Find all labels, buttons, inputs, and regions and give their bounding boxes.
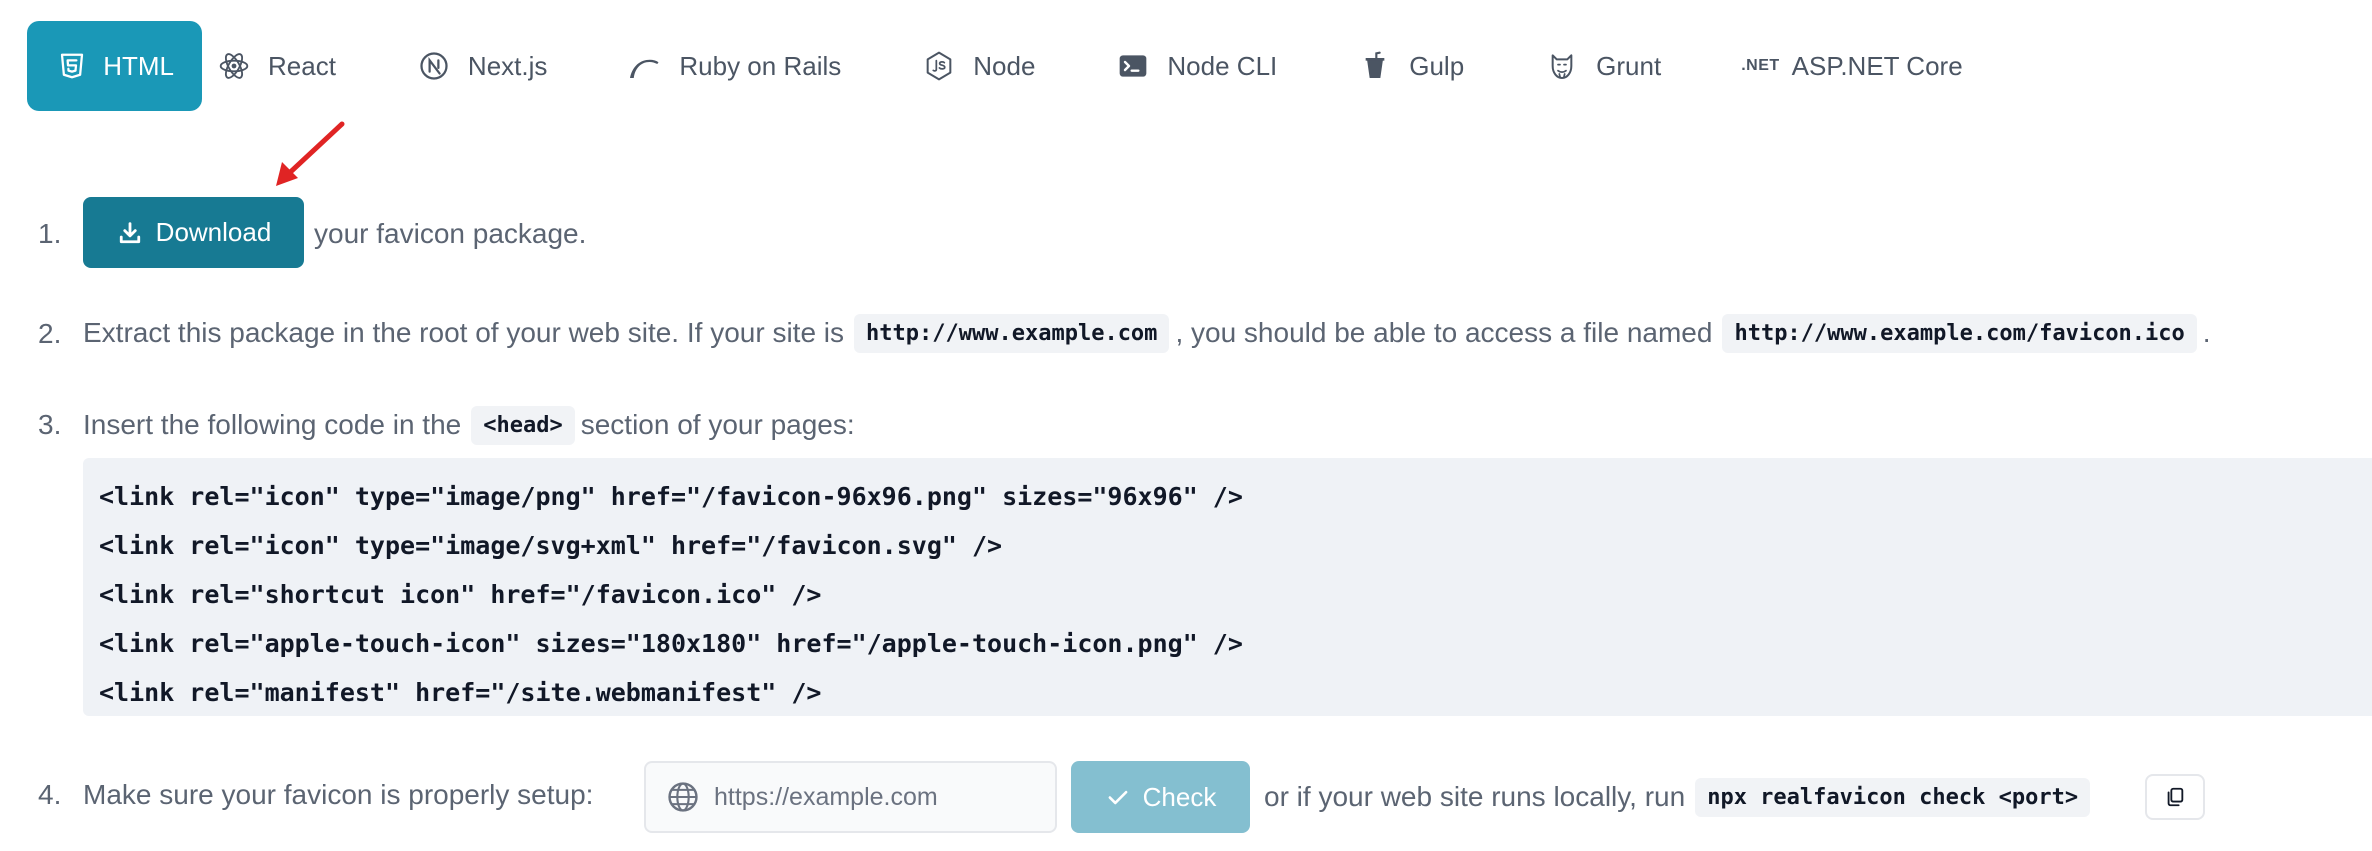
tab-html[interactable]: HTML — [27, 21, 202, 111]
gulp-icon — [1357, 48, 1393, 84]
step-3-text-a: Insert the following code in the — [83, 409, 462, 440]
code-line: <link rel="icon" type="image/png" href="… — [99, 482, 1243, 511]
step-3-text: Insert the following code in the <head> … — [83, 402, 855, 448]
tab-label: Ruby on Rails — [679, 50, 842, 81]
tab-label: Grunt — [1596, 50, 1662, 81]
tab-label: Next.js — [467, 50, 548, 81]
framework-tabs: HTML React Next.js Ruby on Rails Node No… — [27, 21, 2003, 111]
terminal-icon — [1115, 48, 1151, 84]
head-code-block[interactable]: <link rel="icon" type="image/png" href="… — [83, 458, 2372, 716]
code-line: <link rel="apple-touch-icon" sizes="180x… — [99, 629, 1243, 658]
step-2-text-a: Extract this package in the root of your… — [83, 317, 845, 348]
cli-command-code: npx realfavicon check <port> — [1695, 777, 2091, 817]
favicon-url-code: http://www.example.com/favicon.ico — [1722, 313, 2197, 353]
step-4-text-a: Make sure your favicon is properly setup… — [83, 779, 594, 810]
tab-label: Node CLI — [1167, 50, 1278, 81]
step-4-text-b-wrap: or if your web site runs locally, run np… — [1264, 774, 2096, 820]
tab-node-cli[interactable]: Node CLI — [1075, 21, 1317, 111]
red-arrow-annotation — [276, 121, 345, 186]
step-3-number: 3. — [38, 409, 62, 440]
tab-label: ASP.NET Core — [1791, 50, 1963, 81]
step-1-number: 1. — [38, 218, 62, 249]
tab-grunt[interactable]: Grunt — [1504, 21, 1701, 111]
step-1-text: your favicon package. — [314, 218, 587, 249]
nextjs-icon — [416, 48, 452, 84]
globe-icon — [666, 780, 700, 814]
copy-command-button[interactable] — [2145, 774, 2205, 820]
tab-ruby-on-rails[interactable]: Ruby on Rails — [587, 21, 881, 111]
tab-react[interactable]: React — [202, 21, 376, 111]
step-4-number: 4. — [38, 779, 62, 810]
download-button[interactable]: Download — [83, 197, 304, 268]
tab-label: Gulp — [1409, 50, 1465, 81]
rails-icon — [627, 48, 663, 84]
code-line: <link rel="shortcut icon" href="/favicon… — [99, 580, 822, 609]
download-icon — [116, 219, 144, 247]
dotnet-icon: .NET — [1741, 57, 1780, 74]
tab-label: React — [268, 50, 336, 81]
site-url-field[interactable] — [644, 761, 1057, 833]
site-url-code: http://www.example.com — [854, 313, 1170, 353]
download-button-label: Download — [155, 217, 272, 247]
step-2-text: Extract this package in the root of your… — [83, 310, 2211, 356]
tab-nextjs[interactable]: Next.js — [376, 21, 587, 111]
step-2-text-b: , you should be able to access a file na… — [1175, 317, 1713, 348]
check-button-label: Check — [1142, 781, 1217, 812]
tab-label: HTML — [103, 50, 174, 81]
code-line: <link rel="manifest" href="/site.webmani… — [99, 678, 822, 707]
tab-node[interactable]: Node — [881, 21, 1075, 111]
tab-label: Node — [973, 50, 1036, 81]
step-4-text-b: or if your web site runs locally, run — [1264, 781, 1686, 812]
step-3-text-b: section of your pages: — [580, 409, 855, 440]
step-2-text-c: . — [2202, 317, 2211, 348]
check-button[interactable]: Check — [1071, 761, 1250, 833]
copy-icon — [2164, 786, 2186, 808]
tab-gulp[interactable]: Gulp — [1317, 21, 1504, 111]
checkmark-icon — [1105, 784, 1131, 810]
grunt-icon — [1544, 48, 1580, 84]
tab-aspnet-core[interactable]: .NET ASP.NET Core — [1701, 21, 2002, 111]
site-url-input[interactable] — [714, 782, 1034, 812]
step-2-number: 2. — [38, 318, 62, 349]
react-icon — [216, 48, 252, 84]
nodejs-icon — [921, 48, 957, 84]
head-tag-code: <head> — [471, 405, 575, 445]
code-line: <link rel="icon" type="image/svg+xml" hr… — [99, 531, 1003, 560]
html5-icon — [57, 48, 87, 84]
